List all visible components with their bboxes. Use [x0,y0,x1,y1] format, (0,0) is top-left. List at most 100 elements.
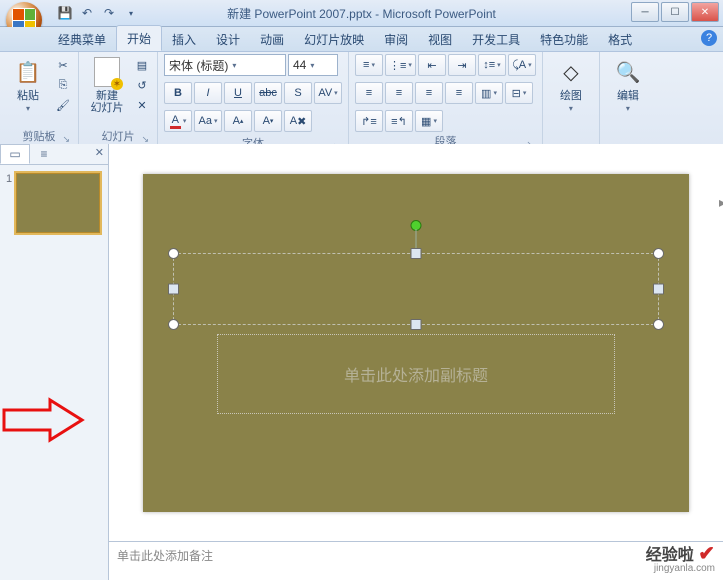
shadow-button[interactable]: S [284,82,312,104]
close-button[interactable]: ✕ [691,2,719,22]
numbering-button[interactable]: ⋮≡ [385,54,416,76]
minimize-button[interactable]: ─ [631,2,659,22]
font-color-button[interactable]: A [164,110,192,132]
resize-handle-mr[interactable] [653,283,664,294]
new-slide-label: 新建 幻灯片 [91,90,124,114]
title-bar: 💾 ↶ ↷ ▾ 新建 PowerPoint 2007.pptx - Micros… [0,0,723,27]
ltr-button[interactable]: ↱≡ [355,110,383,132]
watermark-url: jingyanla.com [646,564,715,574]
tab-slideshow[interactable]: 幻灯片放映 [294,27,374,51]
strikethrough-button[interactable]: abc [254,82,282,104]
layout-icon[interactable]: ▤ [133,56,151,74]
resize-handle-tl[interactable] [168,248,179,259]
tab-review[interactable]: 审阅 [374,27,418,51]
grow-font-button[interactable]: A▴ [224,110,252,132]
italic-button[interactable]: I [194,82,222,104]
resize-handle-br[interactable] [653,319,664,330]
drawing-label: 绘图 [560,90,582,102]
subtitle-text: 单击此处添加副标题 [344,362,488,386]
align-right-button[interactable]: ≡ [415,82,443,104]
resize-handle-tc[interactable] [411,248,422,259]
paste-button[interactable]: 📋 粘贴 ▾ [6,54,50,113]
shapes-icon: ◇ [555,56,587,88]
slide-thumbnail[interactable] [16,173,100,233]
slide[interactable]: 单击此处添加副标题 [143,174,689,512]
tab-design[interactable]: 设计 [206,27,250,51]
new-slide-icon: ✶ [91,56,123,88]
selection-frame [173,253,659,325]
cut-icon[interactable]: ✂ [54,56,72,74]
redo-icon[interactable]: ↷ [100,4,118,22]
group-font: 宋体 (标题) ▾ 44▾ B I U abc S AV A Aa A▴ A▾ A… [158,52,349,146]
help-icon[interactable]: ? [701,30,717,46]
convert-smartart-button[interactable]: ▦ [415,110,443,132]
watermark: 经验啦 ✔ jingyanla.com [646,544,715,574]
align-left-button[interactable]: ≡ [355,82,383,104]
group-clipboard: 📋 粘贴 ▾ ✂ ⎘ 🖌 剪贴板 [0,52,79,146]
text-direction-button[interactable]: ⤹A [508,54,536,76]
delete-slide-icon[interactable]: ✕ [133,96,151,114]
undo-icon[interactable]: ↶ [78,4,96,22]
bold-button[interactable]: B [164,82,192,104]
notes-pane[interactable]: 单击此处添加备注 [109,541,723,580]
tab-features[interactable]: 特色功能 [530,27,598,51]
slides-tab-icon[interactable]: ▭ [0,144,30,164]
slide-number: 1 [6,173,12,233]
group-paragraph: ≡ ⋮≡ ⇤ ⇥ ↕≡ ⤹A ≡ ≡ ≡ ≡ ▥ ⊟ ↱≡ ≡↰ ▦ 段落 [349,52,543,146]
tab-developer[interactable]: 开发工具 [462,27,530,51]
tab-home[interactable]: 开始 [116,25,162,51]
align-text-button[interactable]: ⊟ [505,82,533,104]
ribbon-tabs: 经典菜单 开始 插入 设计 动画 幻灯片放映 审阅 视图 开发工具 特色功能 格… [0,27,723,52]
copy-icon[interactable]: ⎘ [54,76,72,94]
columns-button[interactable]: ▥ [475,82,503,104]
justify-button[interactable]: ≡ [445,82,473,104]
subtitle-placeholder[interactable]: 单击此处添加副标题 [217,334,615,414]
group-drawing: ◇ 绘图 ▾ 绘图 [543,52,600,146]
decrease-indent-button[interactable]: ⇤ [418,54,446,76]
editing-button[interactable]: 🔍 编辑 ▾ [606,54,650,113]
line-spacing-button[interactable]: ↕≡ [478,54,506,76]
align-center-button[interactable]: ≡ [385,82,413,104]
outline-tab-icon[interactable]: ≡ [30,145,58,163]
clear-format-button[interactable]: A✖ [284,110,312,132]
tab-format[interactable]: 格式 [598,27,642,51]
canvas-area: ▸ 单击此处添加副标题 [109,144,723,580]
shrink-font-button[interactable]: A▾ [254,110,282,132]
chevron-down-icon: ▾ [232,61,236,70]
resize-handle-ml[interactable] [168,283,179,294]
tab-animation[interactable]: 动画 [250,27,294,51]
ribbon: 📋 粘贴 ▾ ✂ ⎘ 🖌 剪贴板 ✶ 新建 幻灯片 [0,52,723,147]
qat-customize-icon[interactable]: ▾ [122,4,140,22]
save-icon[interactable]: 💾 [56,4,74,22]
group-slides: ✶ 新建 幻灯片 ▤ ↺ ✕ 幻灯片 [79,52,158,146]
watermark-brand: 经验啦 [646,547,694,564]
tab-insert[interactable]: 插入 [162,27,206,51]
slide-stage[interactable]: ▸ 单击此处添加副标题 [109,144,723,541]
char-spacing-button[interactable]: AV [314,82,342,104]
drawing-button[interactable]: ◇ 绘图 ▾ [549,54,593,113]
resize-handle-bc[interactable] [411,319,422,330]
reset-icon[interactable]: ↺ [133,76,151,94]
font-name-select[interactable]: 宋体 (标题) ▾ [164,54,286,76]
red-arrow-annotation [2,396,86,444]
format-painter-icon[interactable]: 🖌 [54,96,72,114]
tab-view[interactable]: 视图 [418,27,462,51]
increase-indent-button[interactable]: ⇥ [448,54,476,76]
paste-icon: 📋 [12,56,44,88]
resize-handle-tr[interactable] [653,248,664,259]
font-name-value: 宋体 (标题) [169,57,228,74]
group-editing: 🔍 编辑 ▾ 编辑 [600,52,656,146]
title-placeholder[interactable] [173,253,659,325]
rtl-button[interactable]: ≡↰ [385,110,413,132]
underline-button[interactable]: U [224,82,252,104]
font-size-value: 44 [293,58,306,72]
bullets-button[interactable]: ≡ [355,54,383,76]
slide-thumbnail-row[interactable]: 1 [0,165,108,241]
panel-close-icon[interactable]: ✕ [95,146,104,159]
font-size-select[interactable]: 44▾ [288,54,338,76]
maximize-button[interactable]: ☐ [661,2,689,22]
change-case-button[interactable]: Aa [194,110,222,132]
resize-handle-bl[interactable] [168,319,179,330]
tab-classic[interactable]: 经典菜单 [48,27,116,51]
new-slide-button[interactable]: ✶ 新建 幻灯片 [85,54,129,114]
